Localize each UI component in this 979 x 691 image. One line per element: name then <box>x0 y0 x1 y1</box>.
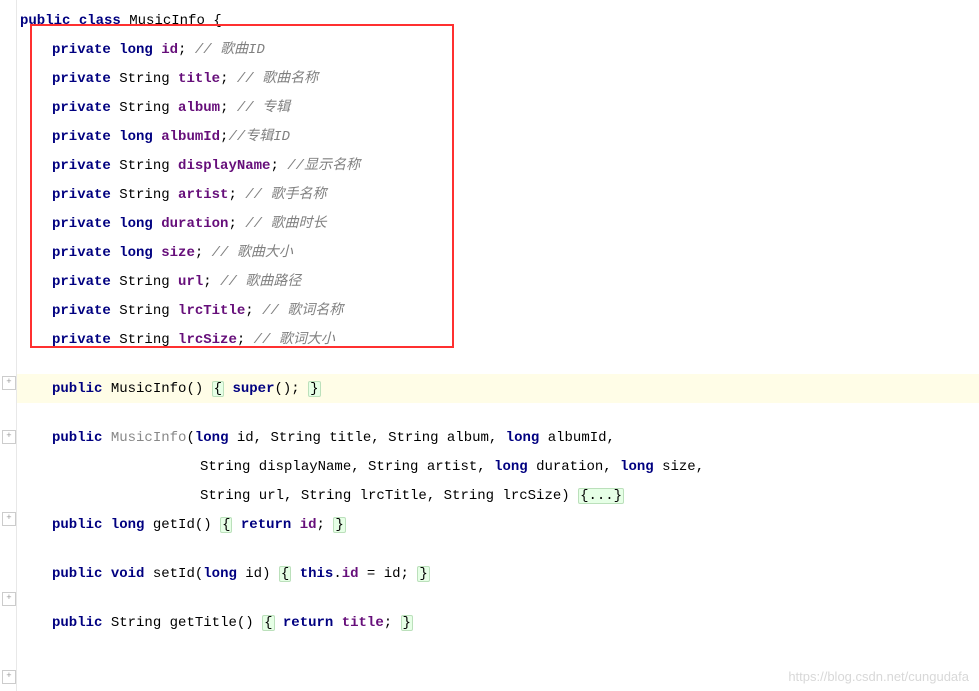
fold-mark[interactable]: + <box>2 376 16 390</box>
field-line: private long duration; // 歌曲时长 <box>0 209 979 238</box>
fold-mark[interactable]: + <box>2 670 16 684</box>
code-editor[interactable]: public class MusicInfo { private long id… <box>0 0 979 637</box>
method-setid: public void setId(long id) { this.id = i… <box>0 559 979 588</box>
method-gettitle: public String getTitle() { return title;… <box>0 608 979 637</box>
fold-mark[interactable]: + <box>2 512 16 526</box>
field-line: private String url; // 歌曲路径 <box>0 267 979 296</box>
watermark: https://blog.csdn.net/cungudafa <box>788 670 969 683</box>
field-line: private String displayName; //显示名称 <box>0 151 979 180</box>
fold-block[interactable]: {...} <box>578 488 624 504</box>
constructor-args-l3: String url, String lrcTitle, String lrcS… <box>0 481 979 510</box>
fold-mark[interactable]: + <box>2 430 16 444</box>
constructor-args-l2: String displayName, String artist, long … <box>0 452 979 481</box>
field-line: private String title; // 歌曲名称 <box>0 64 979 93</box>
constructor-args-l1: public MusicInfo(long id, String title, … <box>0 423 979 452</box>
field-line: private String lrcTitle; // 歌词名称 <box>0 296 979 325</box>
class-declaration: public class MusicInfo { <box>0 6 979 35</box>
field-line: private String artist; // 歌手名称 <box>0 180 979 209</box>
method-getid: public long getId() { return id; } <box>0 510 979 539</box>
field-line: private long id; // 歌曲ID <box>0 35 979 64</box>
field-line: private String album; // 专辑 <box>0 93 979 122</box>
field-line: private String lrcSize; // 歌词大小 <box>0 325 979 354</box>
field-line: private long size; // 歌曲大小 <box>0 238 979 267</box>
field-line: private long albumId;//专辑ID <box>0 122 979 151</box>
editor-gutter: + + + + + <box>0 0 17 691</box>
constructor-noarg: public MusicInfo() { super(); } <box>0 374 979 403</box>
fold-mark[interactable]: + <box>2 592 16 606</box>
